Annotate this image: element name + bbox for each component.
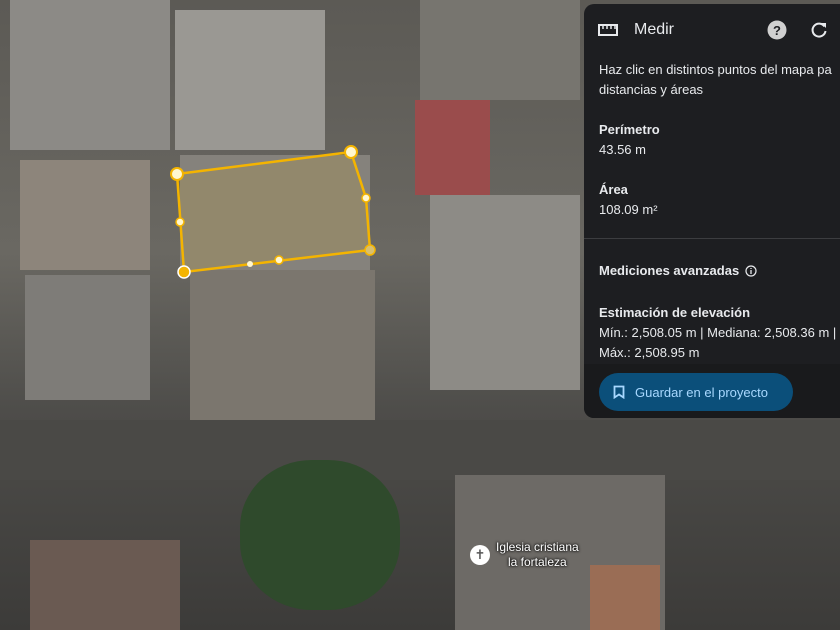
elevation-label: Estimación de elevación — [599, 305, 751, 320]
help-button[interactable]: ? — [766, 19, 788, 41]
measure-panel: Medir ? Haz clic en distintos puntos del… — [584, 4, 840, 418]
midpoint-handle[interactable] — [361, 193, 371, 203]
instructions-line1: Haz clic en distintos puntos del mapa pa — [599, 62, 832, 77]
church-icon: ✝ — [470, 545, 490, 565]
vertex-handle[interactable] — [177, 265, 191, 279]
advanced-measurements-label: Mediciones avanzadas — [599, 263, 740, 278]
midpoint-handle[interactable] — [274, 255, 284, 265]
bookmark-icon — [613, 385, 625, 399]
place-marker-iglesia[interactable]: ✝ Iglesia cristiana la fortaleza — [470, 540, 579, 570]
measured-area — [175, 150, 372, 274]
vertex-handle[interactable] — [364, 244, 376, 256]
place-name-line1: Iglesia cristiana — [496, 540, 579, 554]
vertex-handle[interactable] — [170, 167, 184, 181]
area-label: Área — [599, 182, 628, 197]
save-label: Guardar en el proyecto — [635, 384, 768, 400]
midpoint-handle[interactable] — [175, 217, 185, 227]
vertex-handle[interactable] — [344, 145, 358, 159]
midpoint-handle[interactable] — [247, 261, 253, 267]
elevation-min-median: Mín.: 2,508.05 m | Mediana: 2,508.36 m | — [599, 325, 837, 340]
svg-text:?: ? — [773, 23, 781, 38]
panel-title: Medir — [634, 21, 675, 38]
ruler-icon — [598, 24, 618, 36]
refresh-icon — [811, 22, 827, 38]
area-value: 108.09 m² — [599, 202, 658, 217]
place-name-line2: la fortaleza — [508, 555, 567, 569]
divider — [584, 238, 840, 239]
instructions-line2: distancias y áreas — [599, 82, 704, 97]
save-to-project-button[interactable]: Guardar en el proyecto — [599, 373, 793, 411]
reset-button[interactable] — [808, 19, 830, 41]
info-icon[interactable] — [745, 265, 757, 277]
perimeter-label: Perímetro — [599, 122, 660, 137]
help-icon: ? — [767, 20, 787, 40]
perimeter-value: 43.56 m — [599, 142, 646, 157]
elevation-max: Máx.: 2,508.95 m — [599, 345, 700, 360]
